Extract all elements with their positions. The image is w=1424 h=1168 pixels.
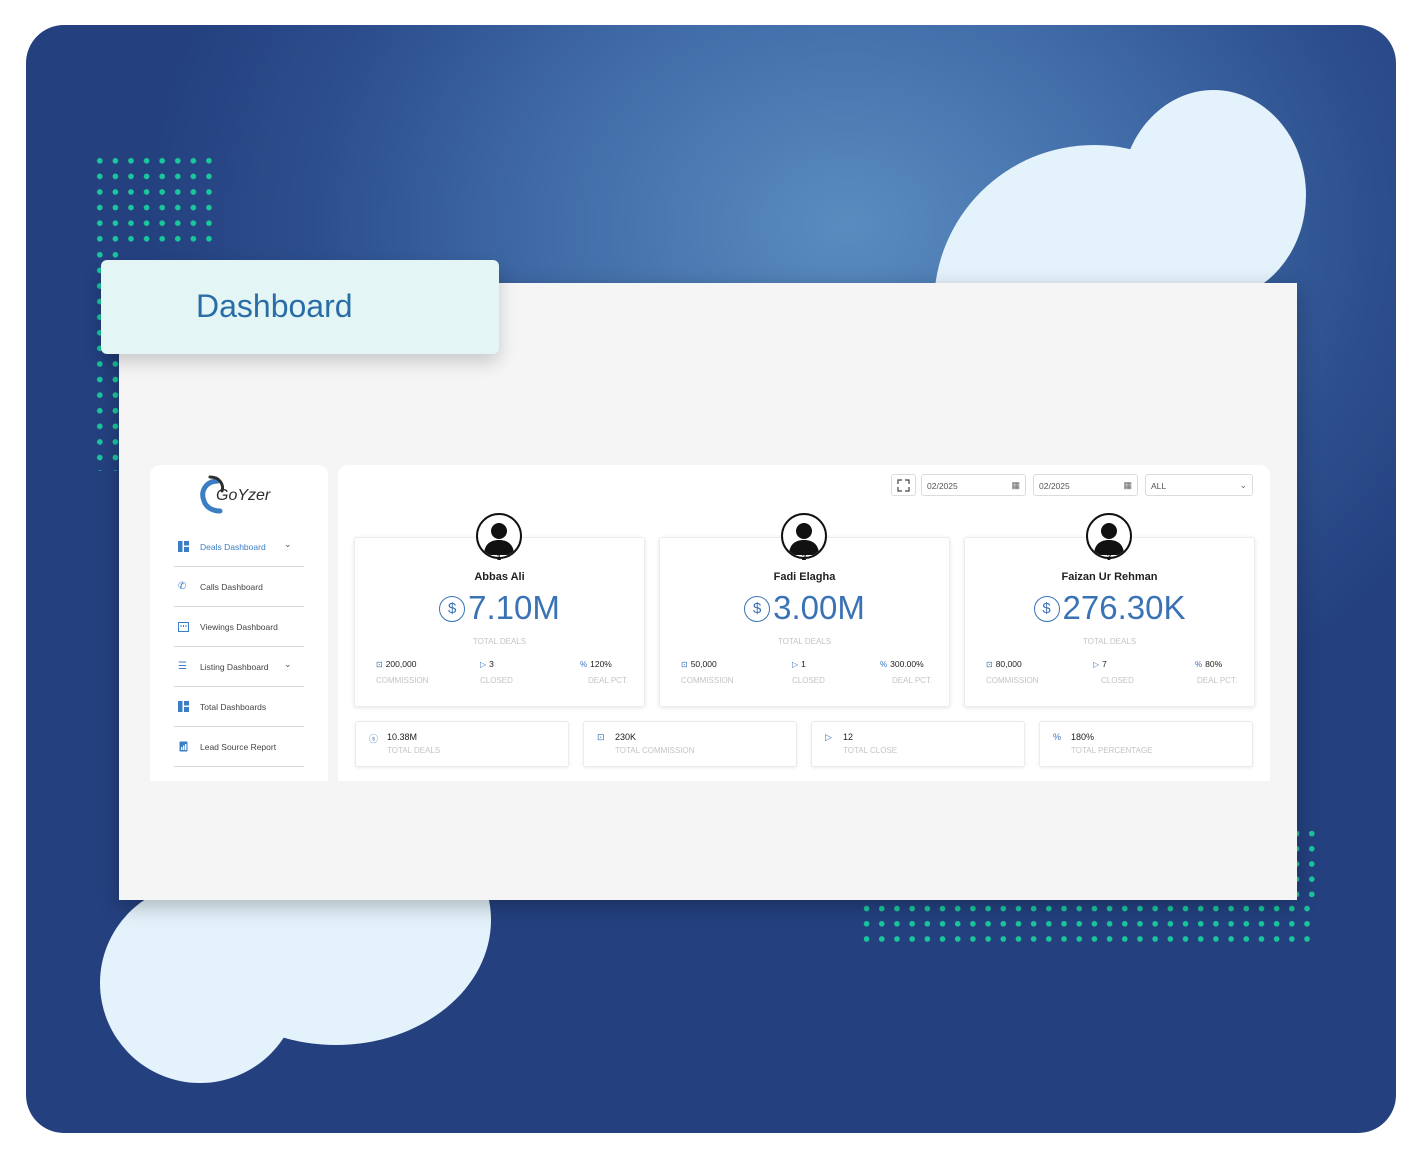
agent-card[interactable]: Faizan Ur Rehman $276.30K TOTAL DEALS ⊡ 8… xyxy=(964,537,1255,707)
person-icon xyxy=(484,523,514,555)
summary-value: 180% xyxy=(1071,732,1095,742)
fullscreen-button[interactable] xyxy=(891,474,916,496)
sidebar-item-deals-dashboard[interactable]: Deals Dashboard ⌄ xyxy=(174,527,304,567)
sidebar-item-lead-source-report[interactable]: Lead Source Report xyxy=(174,727,304,767)
commission-stat: ⊡ 80,000 COMMISSION xyxy=(986,659,1039,685)
percent-icon: % xyxy=(1195,660,1203,669)
tag-icon: ▷ xyxy=(792,660,799,669)
summary-label: TOTAL PERCENTAGE xyxy=(1071,746,1153,755)
money-icon: ⊡ xyxy=(376,660,383,669)
agent-select-value: ALL xyxy=(1151,481,1167,491)
tag-icon: ▷ xyxy=(1093,660,1100,669)
dollar-icon: $ xyxy=(439,596,466,622)
summary-card: ⓢ 10.38M TOTAL DEALS xyxy=(355,721,569,767)
closed-stat: ▷ 7 CLOSED xyxy=(1093,659,1134,685)
agent-name: Fadi Elagha xyxy=(773,571,836,583)
grid-icon xyxy=(178,701,189,712)
closed-stat: ▷ 1 CLOSED xyxy=(792,659,825,685)
sidebar: GoYzer Deals Dashboard ⌄ ✆ Calls Dashboa… xyxy=(150,465,328,781)
agent-amount-value: 3.00M xyxy=(773,589,865,626)
person-icon xyxy=(789,523,819,555)
percent-icon: % xyxy=(880,660,888,669)
sidebar-item-viewings-dashboard[interactable]: Viewings Dashboard xyxy=(174,607,304,647)
agent-select[interactable]: ALL ⌄ xyxy=(1145,474,1253,496)
list-icon: ☰ xyxy=(178,661,187,672)
chevron-down-icon[interactable]: ⌄ xyxy=(284,539,292,550)
sidebar-item-label: Deals Dashboard xyxy=(200,542,266,552)
sidebar-item-label: Total Dashboards xyxy=(200,702,267,712)
deal-pct-stat: % 80% DEAL PCT. xyxy=(1195,659,1238,685)
summary-label: TOTAL COMMISSION xyxy=(615,746,695,755)
agent-amount-value: 7.10M xyxy=(468,589,560,626)
money-icon: ⊡ xyxy=(597,732,605,742)
brand-logo[interactable]: GoYzer xyxy=(200,475,300,521)
agent-amount-value: 276.30K xyxy=(1062,589,1186,626)
agent-card[interactable]: Fadi Elagha $3.00M TOTAL DEALS ⊡ 50,000 CO… xyxy=(659,537,950,707)
main-panel: 02/2025 ▦ 02/2025 ▦ ALL ⌄ Abbas Ali $7.1… xyxy=(338,465,1270,781)
summary-value: 230K xyxy=(615,732,637,742)
total-deals-label: TOTAL DEALS xyxy=(472,637,527,646)
agent-card[interactable]: Abbas Ali $7.10M TOTAL DEALS ⊡ 200,000 COM… xyxy=(354,537,645,707)
summary-label: TOTAL DEALS xyxy=(387,746,441,755)
sidebar-item-total-dashboards[interactable]: Total Dashboards xyxy=(174,687,304,727)
sidebar-item-label: Lead Source Report xyxy=(200,742,277,752)
total-deals-label: TOTAL DEALS xyxy=(777,637,832,646)
percent-icon: % xyxy=(580,660,588,669)
from-date-field[interactable]: 02/2025 ▦ xyxy=(921,474,1026,496)
chevron-down-icon[interactable]: ⌄ xyxy=(284,659,292,670)
agent-rank: 3 xyxy=(1106,553,1112,562)
agent-amount: $3.00M xyxy=(660,589,949,627)
agent-rank: 2 xyxy=(801,553,807,562)
dollar-icon: $ xyxy=(1033,596,1060,622)
to-date-value: 02/2025 xyxy=(1039,481,1070,491)
summary-card: % 180% TOTAL PERCENTAGE xyxy=(1039,721,1253,767)
closed-stat: ▷ 3 CLOSED xyxy=(480,659,513,685)
agent-name: Faizan Ur Rehman xyxy=(1061,571,1158,583)
expand-icon xyxy=(897,479,910,492)
decor-dots-bottom-right xyxy=(859,901,1317,947)
phone-icon: ✆ xyxy=(178,581,187,592)
tag-icon: ▷ xyxy=(480,660,487,669)
money-icon: ⊡ xyxy=(681,660,688,669)
agent-amount: $276.30K xyxy=(965,589,1254,627)
deal-pct-stat: % 300.00% DEAL PCT. xyxy=(880,659,933,685)
section-title: Dashboard xyxy=(196,288,353,324)
section-label-card: Dashboard xyxy=(101,260,499,354)
sidebar-item-label: Listing Dashboard xyxy=(200,662,269,672)
to-date-field[interactable]: 02/2025 ▦ xyxy=(1033,474,1138,496)
summary-card: ▷ 12 TOTAL CLOSE xyxy=(811,721,1025,767)
person-icon xyxy=(1094,523,1124,555)
calendar-icon[interactable]: ▦ xyxy=(1123,480,1132,491)
agent-name: Abbas Ali xyxy=(474,571,525,583)
summary-value: 12 xyxy=(843,732,854,742)
sidebar-item-calls-dashboard[interactable]: ✆ Calls Dashboard xyxy=(174,567,304,607)
percent-icon: % xyxy=(1053,732,1062,742)
summary-value: 10.38M xyxy=(387,732,418,742)
grid-icon xyxy=(178,541,189,552)
agent-rank: 1 xyxy=(496,553,502,562)
sidebar-item-listing-dashboard[interactable]: ☰ Listing Dashboard ⌄ xyxy=(174,647,304,687)
commission-stat: ⊡ 200,000 COMMISSION xyxy=(376,659,429,685)
logo-text: GoYzer xyxy=(216,487,271,504)
agent-amount: $7.10M xyxy=(355,589,644,627)
from-date-value: 02/2025 xyxy=(927,481,958,491)
dollar-icon: $ xyxy=(744,596,771,622)
money-icon: ⊡ xyxy=(986,660,993,669)
commission-stat: ⊡ 50,000 COMMISSION xyxy=(681,659,734,685)
summary-label: TOTAL CLOSE xyxy=(843,746,898,755)
tag-icon: ▷ xyxy=(825,732,832,742)
sidebar-item-label: Calls Dashboard xyxy=(200,582,263,592)
document-icon xyxy=(178,741,189,752)
decor-dots-top-left xyxy=(92,153,212,247)
summary-card: ⊡ 230K TOTAL COMMISSION xyxy=(583,721,797,767)
deal-pct-stat: % 120% DEAL PCT. xyxy=(580,659,629,685)
sidebar-item-label: Viewings Dashboard xyxy=(200,622,278,632)
chevron-down-icon: ⌄ xyxy=(1239,480,1247,490)
total-deals-label: TOTAL DEALS xyxy=(1082,637,1137,646)
calendar-icon[interactable]: ▦ xyxy=(1011,480,1020,491)
calendar-icon xyxy=(178,621,189,632)
dollar-icon: ⓢ xyxy=(369,734,379,744)
